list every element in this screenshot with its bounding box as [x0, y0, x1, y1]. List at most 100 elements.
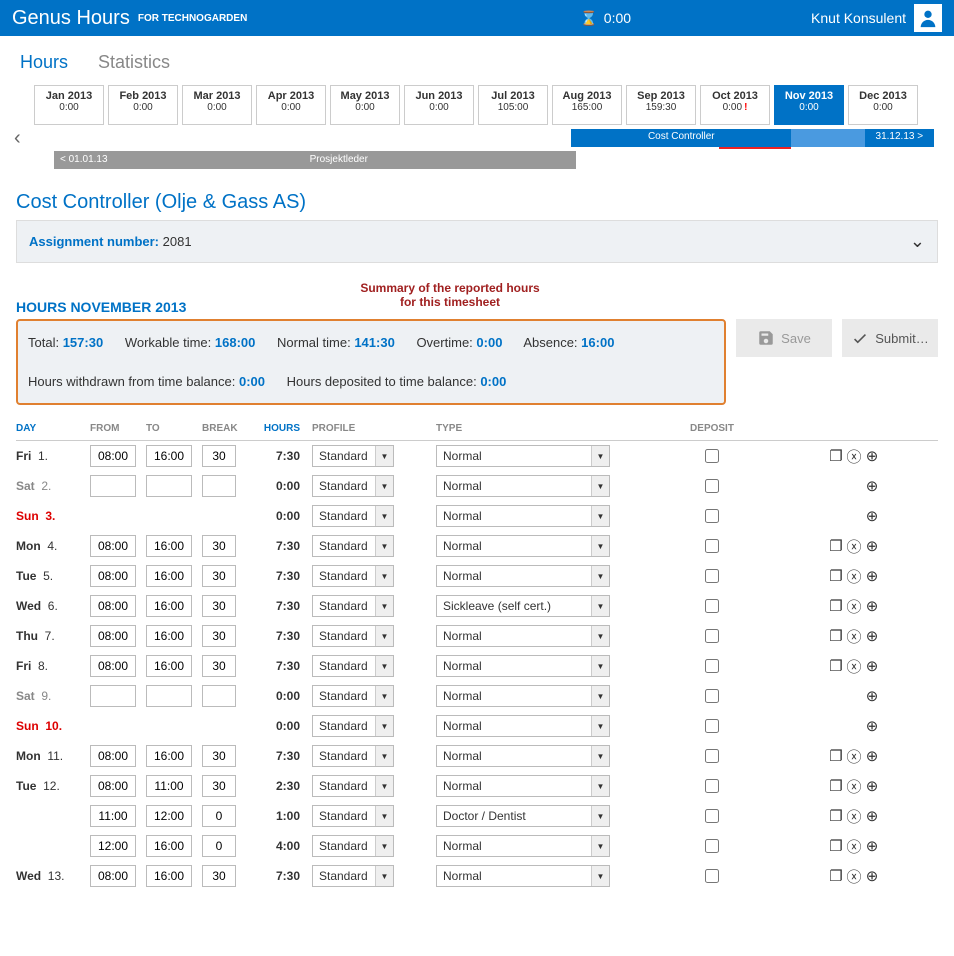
month-oct-2013[interactable]: Oct 20130:00!: [700, 85, 770, 125]
copy-icon[interactable]: ❐: [828, 448, 844, 464]
type-select[interactable]: Normal▼: [436, 475, 610, 497]
add-icon[interactable]: ⊕: [864, 598, 880, 614]
to-input[interactable]: [146, 775, 192, 797]
timeline-bar-extension[interactable]: [791, 129, 864, 147]
deposit-checkbox[interactable]: [705, 539, 719, 553]
timeline-bar-cost-controller[interactable]: Cost Controller: [571, 129, 791, 147]
delete-icon[interactable]: ⓧ: [846, 628, 862, 644]
type-select[interactable]: Normal▼: [436, 535, 610, 557]
add-icon[interactable]: ⊕: [864, 478, 880, 494]
add-icon[interactable]: ⊕: [864, 658, 880, 674]
delete-icon[interactable]: ⓧ: [846, 808, 862, 824]
deposit-checkbox[interactable]: [705, 449, 719, 463]
deposit-checkbox[interactable]: [705, 599, 719, 613]
profile-select[interactable]: Standard▼: [312, 715, 394, 737]
break-input[interactable]: [202, 595, 236, 617]
month-jan-2013[interactable]: Jan 20130:00: [34, 85, 104, 125]
month-sep-2013[interactable]: Sep 2013159:30: [626, 85, 696, 125]
from-input[interactable]: [90, 745, 136, 767]
add-icon[interactable]: ⊕: [864, 838, 880, 854]
copy-icon[interactable]: ❐: [828, 748, 844, 764]
from-input[interactable]: [90, 655, 136, 677]
deposit-checkbox[interactable]: [705, 479, 719, 493]
delete-icon[interactable]: ⓧ: [846, 838, 862, 854]
profile-select[interactable]: Standard▼: [312, 475, 394, 497]
to-input[interactable]: [146, 655, 192, 677]
deposit-checkbox[interactable]: [705, 779, 719, 793]
tab-hours[interactable]: Hours: [20, 52, 68, 73]
delete-icon[interactable]: ⓧ: [846, 568, 862, 584]
to-input[interactable]: [146, 625, 192, 647]
deposit-checkbox[interactable]: [705, 629, 719, 643]
type-select[interactable]: Normal▼: [436, 445, 610, 467]
add-icon[interactable]: ⊕: [864, 448, 880, 464]
break-input[interactable]: [202, 685, 236, 707]
type-select[interactable]: Normal▼: [436, 775, 610, 797]
profile-select[interactable]: Standard▼: [312, 835, 394, 857]
profile-select[interactable]: Standard▼: [312, 505, 394, 527]
type-select[interactable]: Sickleave (self cert.)▼: [436, 595, 610, 617]
add-icon[interactable]: ⊕: [864, 718, 880, 734]
profile-select[interactable]: Standard▼: [312, 535, 394, 557]
add-icon[interactable]: ⊕: [864, 778, 880, 794]
deposit-checkbox[interactable]: [705, 509, 719, 523]
month-nov-2013[interactable]: Nov 20130:00: [774, 85, 844, 125]
timeline-bar-prosjektleder[interactable]: < 01.01.13 Prosjektleder: [54, 151, 576, 169]
month-jun-2013[interactable]: Jun 20130:00: [404, 85, 474, 125]
deposit-checkbox[interactable]: [705, 659, 719, 673]
add-icon[interactable]: ⊕: [864, 748, 880, 764]
from-input[interactable]: [90, 835, 136, 857]
assignment-card[interactable]: Assignment number: 2081 ⌄: [16, 220, 938, 263]
profile-select[interactable]: Standard▼: [312, 625, 394, 647]
save-button[interactable]: Save: [736, 319, 832, 357]
profile-select[interactable]: Standard▼: [312, 865, 394, 887]
break-input[interactable]: [202, 805, 236, 827]
from-input[interactable]: [90, 685, 136, 707]
month-aug-2013[interactable]: Aug 2013165:00: [552, 85, 622, 125]
delete-icon[interactable]: ⓧ: [846, 448, 862, 464]
copy-icon[interactable]: ❐: [828, 538, 844, 554]
month-mar-2013[interactable]: Mar 20130:00: [182, 85, 252, 125]
type-select[interactable]: Normal▼: [436, 685, 610, 707]
expand-icon[interactable]: ⌄: [910, 231, 925, 252]
add-icon[interactable]: ⊕: [864, 568, 880, 584]
add-icon[interactable]: ⊕: [864, 628, 880, 644]
deposit-checkbox[interactable]: [705, 569, 719, 583]
from-input[interactable]: [90, 535, 136, 557]
profile-select[interactable]: Standard▼: [312, 655, 394, 677]
submit-button[interactable]: Submit…: [842, 319, 938, 357]
deposit-checkbox[interactable]: [705, 869, 719, 883]
delete-icon[interactable]: ⓧ: [846, 778, 862, 794]
type-select[interactable]: Normal▼: [436, 745, 610, 767]
tab-statistics[interactable]: Statistics: [98, 52, 170, 73]
add-icon[interactable]: ⊕: [864, 508, 880, 524]
type-select[interactable]: Normal▼: [436, 715, 610, 737]
copy-icon[interactable]: ❐: [828, 628, 844, 644]
copy-icon[interactable]: ❐: [828, 868, 844, 884]
delete-icon[interactable]: ⓧ: [846, 658, 862, 674]
break-input[interactable]: [202, 535, 236, 557]
copy-icon[interactable]: ❐: [828, 838, 844, 854]
from-input[interactable]: [90, 625, 136, 647]
profile-select[interactable]: Standard▼: [312, 745, 394, 767]
delete-icon[interactable]: ⓧ: [846, 868, 862, 884]
break-input[interactable]: [202, 835, 236, 857]
to-input[interactable]: [146, 865, 192, 887]
month-jul-2013[interactable]: Jul 2013105:00: [478, 85, 548, 125]
deposit-checkbox[interactable]: [705, 689, 719, 703]
month-feb-2013[interactable]: Feb 20130:00: [108, 85, 178, 125]
months-scroll-left[interactable]: ‹: [14, 127, 21, 150]
type-select[interactable]: Normal▼: [436, 505, 610, 527]
from-input[interactable]: [90, 775, 136, 797]
profile-select[interactable]: Standard▼: [312, 565, 394, 587]
profile-select[interactable]: Standard▼: [312, 595, 394, 617]
break-input[interactable]: [202, 445, 236, 467]
type-select[interactable]: Normal▼: [436, 655, 610, 677]
copy-icon[interactable]: ❐: [828, 808, 844, 824]
deposit-checkbox[interactable]: [705, 749, 719, 763]
add-icon[interactable]: ⊕: [864, 538, 880, 554]
deposit-checkbox[interactable]: [705, 839, 719, 853]
break-input[interactable]: [202, 625, 236, 647]
timeline-bar-end[interactable]: 31.12.13 >: [865, 129, 934, 147]
copy-icon[interactable]: ❐: [828, 778, 844, 794]
